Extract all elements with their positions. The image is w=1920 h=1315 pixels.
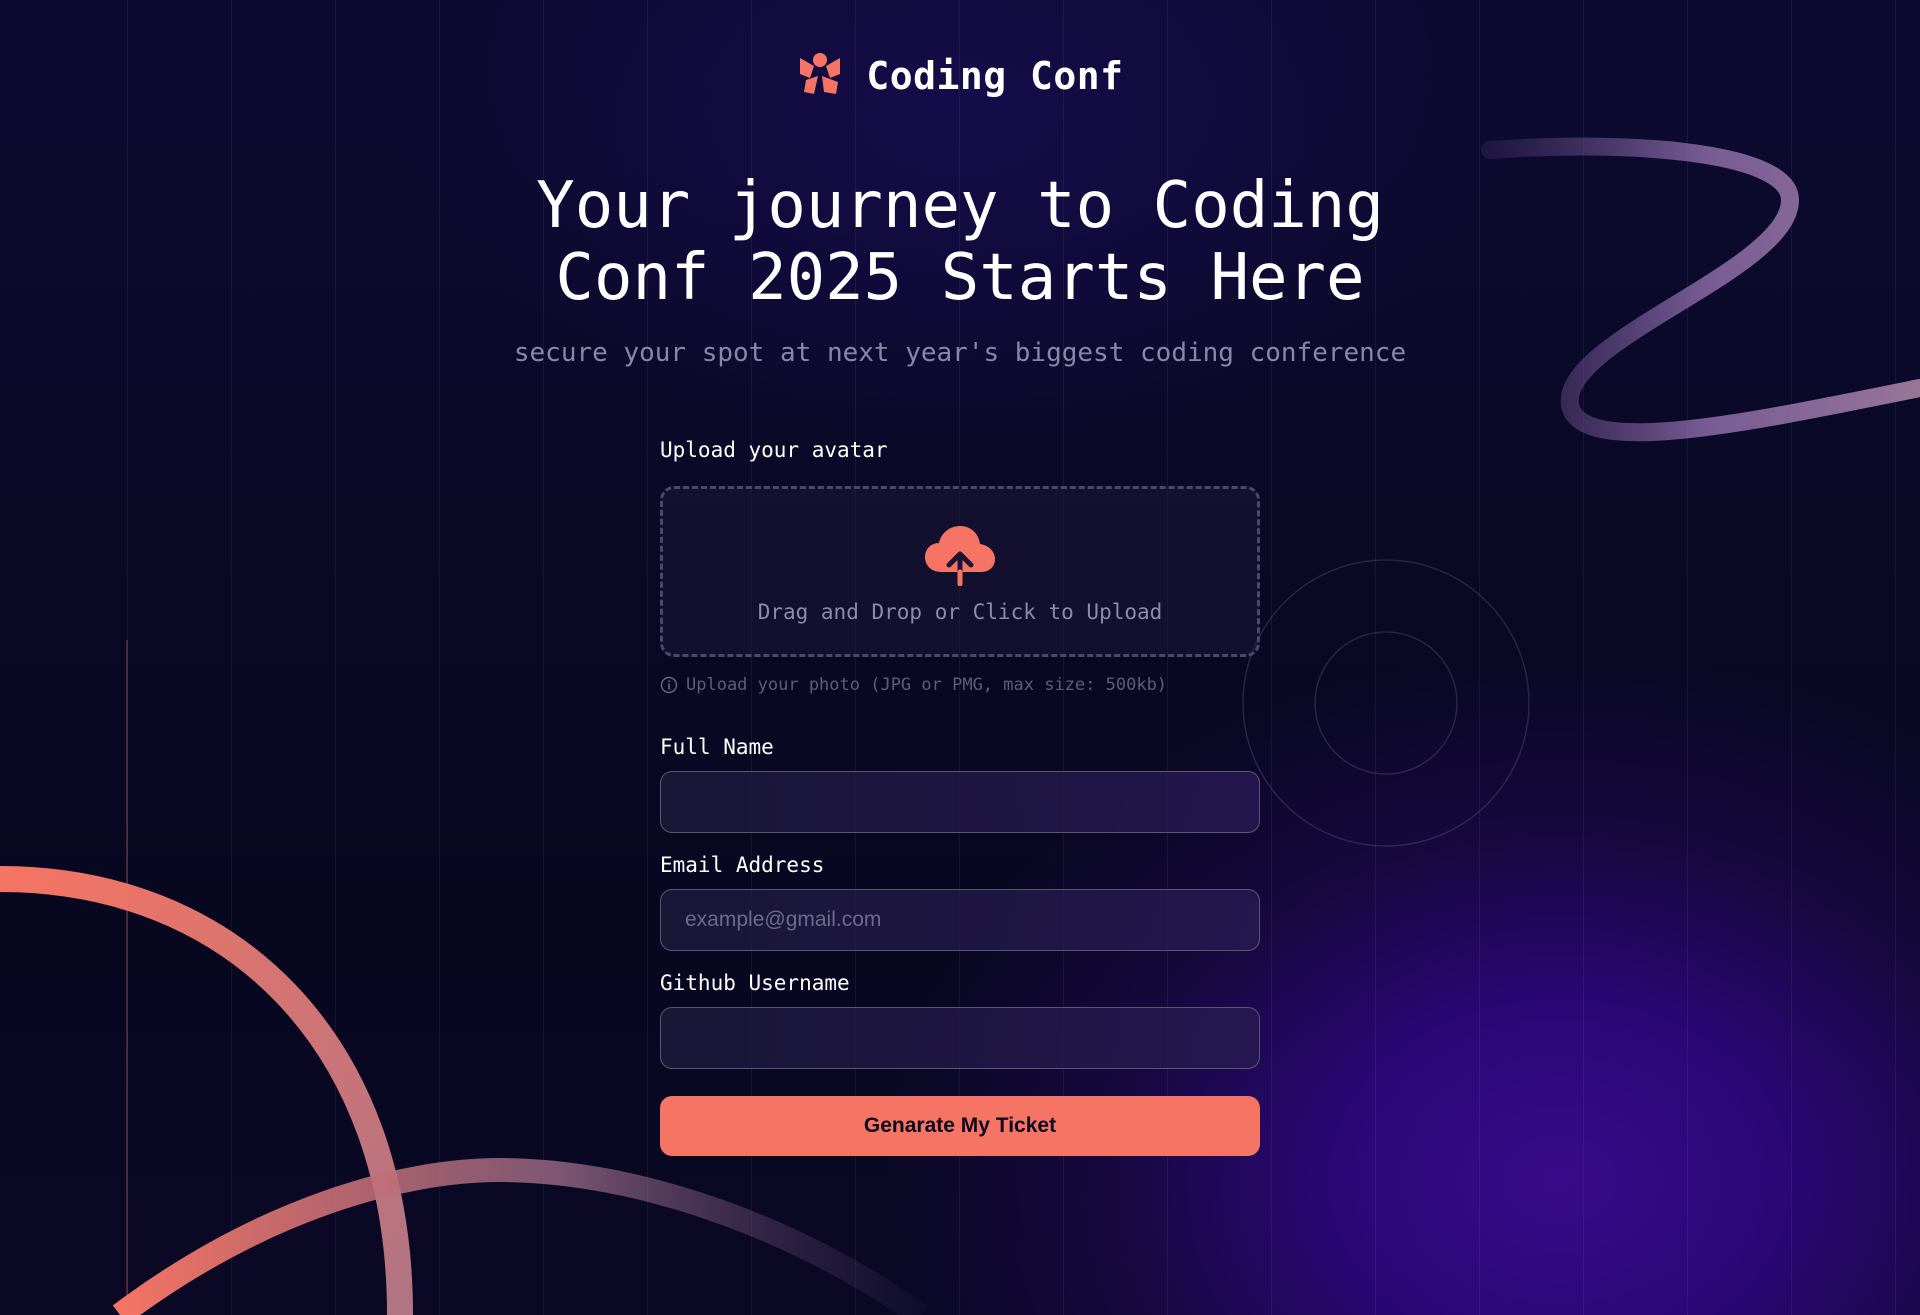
avatar-label: Upload your avatar (660, 438, 888, 462)
upload-hint: Upload your photo (JPG or PMG, max size:… (660, 675, 1260, 695)
coding-conf-logo-icon (796, 52, 844, 100)
lower-arc-decoration (112, 1157, 927, 1315)
generate-ticket-button[interactable]: Genarate My Ticket (660, 1096, 1260, 1156)
upload-hint-text: Upload your photo (JPG or PMG, max size:… (686, 675, 1168, 695)
site-header: Coding Conf (0, 52, 1920, 100)
page-title-line-1: Your journey to Coding (536, 169, 1384, 243)
github-username-input[interactable] (660, 1007, 1260, 1069)
avatar-upload-dropzone[interactable]: Drag and Drop or Click to Upload (660, 486, 1260, 657)
full-name-label: Full Name (660, 735, 774, 759)
github-username-label: Github Username (660, 971, 850, 995)
squiggle-decoration (1481, 137, 1920, 442)
outer-circle-decoration (1242, 559, 1530, 847)
full-name-input[interactable] (660, 771, 1260, 833)
cloud-upload-icon (925, 525, 995, 586)
email-input[interactable] (660, 889, 1260, 951)
page-title-line-2: Conf 2025 Starts Here (555, 241, 1365, 315)
large-arc-decoration (0, 866, 413, 1315)
ticket-form: Upload your avatar Drag and Drop or Clic… (660, 438, 1260, 1156)
upload-instructions: Drag and Drop or Click to Upload (757, 599, 1163, 624)
page-subtitle: secure your spot at next year's biggest … (513, 338, 1407, 368)
inner-circle-decoration (1314, 631, 1458, 775)
info-icon (660, 676, 678, 694)
page-title: Your journey to Coding Conf 2025 Starts … (460, 170, 1460, 314)
email-label: Email Address (660, 853, 825, 877)
brand-name: Coding Conf (866, 54, 1124, 98)
